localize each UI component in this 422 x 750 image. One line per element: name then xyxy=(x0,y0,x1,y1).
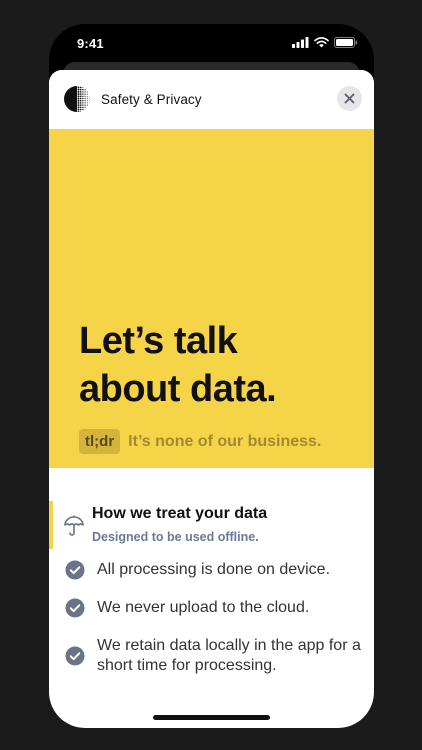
section-accent-bar xyxy=(49,501,53,549)
check-circle-icon xyxy=(65,646,85,666)
section-subtitle: Designed to be used offline. xyxy=(92,530,259,544)
section-title: How we treat your data xyxy=(92,505,268,522)
home-indicator[interactable] xyxy=(153,715,270,720)
screenshot-stage: 9:41 Safety & Privacy Let’s talk about d… xyxy=(0,0,422,750)
dotted-circle-logo xyxy=(64,86,90,112)
check-circle-icon xyxy=(65,560,85,580)
sheet-title: Safety & Privacy xyxy=(101,92,202,107)
check-list: All processing is done on device. We nev… xyxy=(65,560,365,694)
check-circle-icon xyxy=(65,598,85,618)
tldr-tagline: It’s none of our business. xyxy=(128,432,322,450)
phone-frame: 9:41 Safety & Privacy Let’s talk about d… xyxy=(49,24,374,728)
status-bar: 9:41 xyxy=(49,24,374,64)
hero-title: Let’s talk about data. xyxy=(79,317,277,413)
list-item: All processing is done on device. xyxy=(65,560,365,580)
privacy-sheet: Safety & Privacy Let’s talk about data. … xyxy=(49,70,374,728)
umbrella-icon xyxy=(64,515,84,536)
status-time: 9:41 xyxy=(77,36,104,51)
list-item-text: All processing is done on device. xyxy=(97,561,331,578)
close-icon xyxy=(344,93,355,104)
list-item-text: We retain data locally in the app for a … xyxy=(97,637,361,674)
tldr-row: tl;dr It’s none of our business. xyxy=(79,429,321,454)
sheet-header: Safety & Privacy xyxy=(49,70,374,129)
status-icons xyxy=(292,37,358,48)
hero-title-line-2: about data. xyxy=(79,368,277,410)
tldr-badge: tl;dr xyxy=(79,429,121,454)
list-item: We never upload to the cloud. xyxy=(65,598,365,618)
hero-banner: Let’s talk about data. tl;dr It’s none o… xyxy=(49,129,374,468)
hero-title-line-1: Let’s talk xyxy=(79,320,238,362)
battery-icon xyxy=(334,37,358,48)
wifi-icon xyxy=(314,37,329,48)
list-item: We retain data locally in the app for a … xyxy=(65,636,365,676)
close-button[interactable] xyxy=(337,86,362,111)
signal-icon xyxy=(292,37,309,48)
list-item-text: We never upload to the cloud. xyxy=(97,599,310,616)
